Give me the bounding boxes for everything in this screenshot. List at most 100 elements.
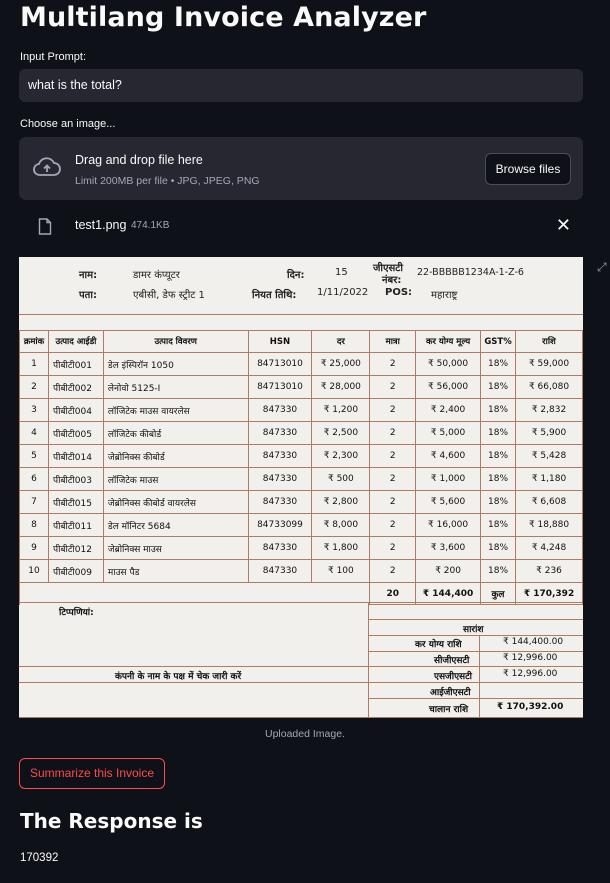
inv-pos-value: महाराष्ट्र xyxy=(431,290,458,301)
remove-file-icon[interactable]: ✕ xyxy=(556,215,571,236)
file-dropzone[interactable]: Drag and drop file here Limit 200MB per … xyxy=(19,137,583,200)
product-id: पीबीटी015 xyxy=(47,490,104,514)
product-id: पीबीटी009 xyxy=(47,559,104,583)
rate: ₹ 8,000 xyxy=(311,513,371,537)
product-id: पीबीटी002 xyxy=(47,375,104,399)
product-desc: डेल मॉनिटर 5684 xyxy=(102,513,249,537)
col-header: HSN xyxy=(247,330,313,353)
gst-percent: 18% xyxy=(480,536,517,560)
product-id: पीबीटी003 xyxy=(47,467,104,491)
response-title: The Response is xyxy=(20,809,203,833)
amount: ₹ 236 xyxy=(515,559,583,583)
summarize-button[interactable]: Summarize this Invoice xyxy=(19,758,165,789)
hsn: 847330 xyxy=(247,559,313,583)
taxable-value: ₹ 3,600 xyxy=(415,536,482,560)
invoice-amount-value: ₹ 170,392.00 xyxy=(497,702,564,712)
taxable-label: कर योग्य राशि xyxy=(415,640,462,650)
row-number: 9 xyxy=(19,536,49,560)
table-row: 4 पीबीटी005 लॉजिटेक कीबोर्ड 847330 ₹ 2,500 2 ₹… xyxy=(19,421,583,445)
gst-percent: 18% xyxy=(480,444,517,468)
fullscreen-icon[interactable]: ⤢ xyxy=(597,260,607,275)
quantity: 2 xyxy=(369,513,417,537)
cheque-text: कंपनी के नाम के पक्ष में चेक जारी करें xyxy=(115,672,242,682)
inv-date-label: दिन: xyxy=(287,270,305,281)
inv-gst-value: 22-BBBBB1234A-1-Z-6 xyxy=(417,267,524,278)
row-number: 7 xyxy=(19,490,49,514)
product-desc: लॉजिटेक कीबोर्ड xyxy=(102,421,249,445)
quantity: 2 xyxy=(369,375,417,399)
hsn: 847330 xyxy=(247,536,313,560)
response-value: 170392 xyxy=(20,852,59,864)
row-number: 1 xyxy=(19,352,49,376)
rate: ₹ 500 xyxy=(311,467,371,491)
taxable-value: ₹ 1,000 xyxy=(415,467,482,491)
invoice-image: नाम: डामर कंप्यूटर पता: एबीसी, डेफ स्ट्र… xyxy=(19,257,583,718)
inv-address-label: पता: xyxy=(79,290,97,301)
summary-section: टिप्पणियां: कंपनी के नाम के पक्ष में चेक… xyxy=(19,602,583,718)
dropzone-limit: Limit 200MB per file • JPG, JPEG, PNG xyxy=(75,175,260,187)
table-row: 5 पीबीटी014 जेब्रोनिक्स कीबोर्ड 847330 ₹ 2,3… xyxy=(19,444,583,468)
taxable-value: ₹ 50,000 xyxy=(415,352,482,376)
inv-name-value: डामर कंप्यूटर xyxy=(133,270,180,281)
table-row: 1 पीबीटी001 डेल इंस्पिरॉन 1050 84713010 ₹ 25… xyxy=(19,352,583,376)
amount: ₹ 5,900 xyxy=(515,421,583,445)
product-id: पीबीटी005 xyxy=(47,421,104,445)
product-desc: जेब्रोनिक्स कीबोर्ड xyxy=(102,444,249,468)
taxable-value: ₹ 56,000 xyxy=(415,375,482,399)
file-name: test1.png xyxy=(75,218,127,232)
file-size: 474.1KB xyxy=(131,220,170,231)
taxable-value: ₹ 2,400 xyxy=(415,398,482,422)
inv-address-value: एबीसी, डेफ स्ट्रीट 1 xyxy=(133,290,205,301)
col-header: उत्पाद विवरण xyxy=(102,330,249,353)
col-header: GST% xyxy=(480,330,517,353)
amount: ₹ 59,000 xyxy=(515,352,583,376)
quantity: 2 xyxy=(369,559,417,583)
inv-due-value: 1/11/2022 xyxy=(317,287,369,298)
col-header: राशि xyxy=(515,330,583,353)
dropzone-title: Drag and drop file here xyxy=(75,153,203,167)
inv-due-label: नियत तिथि: xyxy=(252,290,297,301)
quantity: 2 xyxy=(369,444,417,468)
file-icon xyxy=(38,218,52,240)
rate: ₹ 2,800 xyxy=(311,490,371,514)
table-row: 10 पीबीटी009 माउस पैड 847330 ₹ 100 2 ₹ 200 18% ₹… xyxy=(19,559,583,583)
rate: ₹ 2,500 xyxy=(311,421,371,445)
row-number: 8 xyxy=(19,513,49,537)
amount: ₹ 2,832 xyxy=(515,398,583,422)
hsn: 847330 xyxy=(247,490,313,514)
rate: ₹ 1,200 xyxy=(311,398,371,422)
product-desc: माउस पैड xyxy=(102,559,249,583)
rate: ₹ 25,000 xyxy=(311,352,371,376)
col-header: दर xyxy=(311,330,371,353)
product-id: पीबीटी004 xyxy=(47,398,104,422)
gst-percent: 18% xyxy=(480,467,517,491)
gst-percent: 18% xyxy=(480,375,517,399)
table-row: 7 पीबीटी015 जेब्रोनिक्स कीबोर्ड वायरलेस 847… xyxy=(19,490,583,514)
product-id: पीबीटी014 xyxy=(47,444,104,468)
rate: ₹ 100 xyxy=(311,559,371,583)
amount: ₹ 5,428 xyxy=(515,444,583,468)
image-caption: Uploaded Image. xyxy=(265,728,345,740)
inv-name-label: नाम: xyxy=(79,270,98,281)
prompt-input[interactable]: what is the total? xyxy=(19,69,583,102)
taxable-value: ₹ 144,400.00 xyxy=(503,637,564,647)
quantity: 2 xyxy=(369,421,417,445)
summary-title: सारांश xyxy=(463,625,484,635)
inv-pos-label: POS: xyxy=(385,287,413,298)
image-upload-label: Choose an image... xyxy=(20,118,116,130)
row-number: 10 xyxy=(19,559,49,583)
product-id: पीबीटी011 xyxy=(47,513,104,537)
table-row: 6 पीबीटी003 लॉजिटेक माउस 847330 ₹ 500 2 ₹ 1,00… xyxy=(19,467,583,491)
hsn: 847330 xyxy=(247,398,313,422)
rate: ₹ 2,300 xyxy=(311,444,371,468)
cgst-label: सीजीएसटी xyxy=(434,656,470,666)
browse-files-button[interactable]: Browse files xyxy=(485,153,571,185)
row-number: 2 xyxy=(19,375,49,399)
hsn: 84713010 xyxy=(247,352,313,376)
app-title: Multilang Invoice Analyzer xyxy=(20,2,427,33)
quantity: 2 xyxy=(369,490,417,514)
items-header-row: क्रमांक उत्पाद आईडी उत्पाद विवरण HSN दर … xyxy=(19,330,583,353)
table-row: 3 पीबीटी004 लॉजिटेक माउस वायरलेस 847330 ₹ 1,… xyxy=(19,398,583,422)
header-rule xyxy=(19,314,583,315)
product-desc: डेल इंस्पिरॉन 1050 xyxy=(102,352,249,376)
